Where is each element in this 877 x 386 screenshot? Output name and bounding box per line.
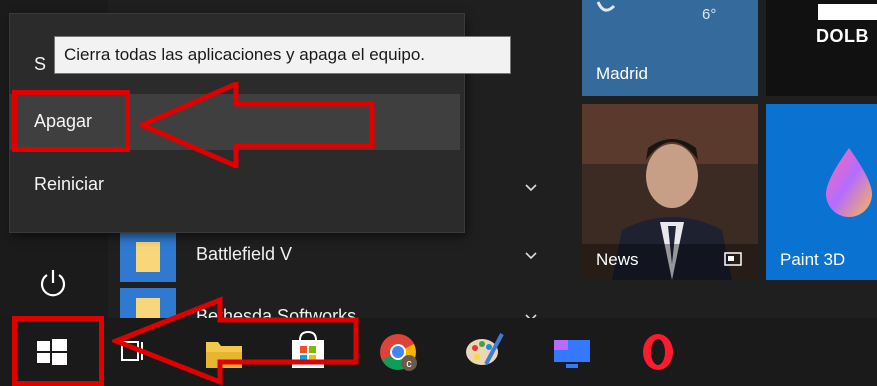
chevron-down-icon[interactable] [524,180,538,194]
tooltip: Cierra todas las aplicaciones y apaga el… [54,36,511,74]
weather-city: Madrid [596,64,648,83]
power-icon[interactable] [36,266,70,300]
news-badge-icon [724,252,742,271]
annotation-highlight-box [12,90,130,152]
app-name: Battlefield V [196,244,293,264]
chevron-down-icon[interactable] [524,248,538,262]
power-menu-partial-item[interactable]: S [34,54,46,75]
restart-label: Reiniciar [34,174,105,194]
dolby-label: DOLB [816,26,869,46]
weather-icon [594,0,624,25]
dolby-logo-icon [818,4,877,20]
folder-tile-icon [120,230,176,282]
svg-text:c: c [406,358,412,370]
dolby-tile[interactable]: DOLB [766,0,877,96]
opera-icon[interactable] [636,330,680,374]
chevron-down-icon[interactable] [524,310,538,318]
paint3d-tile[interactable]: Paint 3D [766,104,877,280]
annotation-highlight-box [12,316,104,386]
annotation-arrow-icon [140,82,375,168]
weather-tile[interactable]: 6° Madrid [582,0,758,96]
list-item[interactable]: Battlefield V [120,230,560,284]
weather-temp: 6° [702,6,717,23]
annotation-arrow-icon [112,296,359,386]
paint-icon[interactable] [462,328,506,372]
paint3d-icon [814,144,877,229]
news-tile[interactable]: News [582,104,758,280]
remote-desktop-icon[interactable] [550,330,594,374]
news-label: News [596,250,639,269]
paint3d-label: Paint 3D [780,250,846,269]
chrome-icon[interactable]: c [376,330,420,374]
